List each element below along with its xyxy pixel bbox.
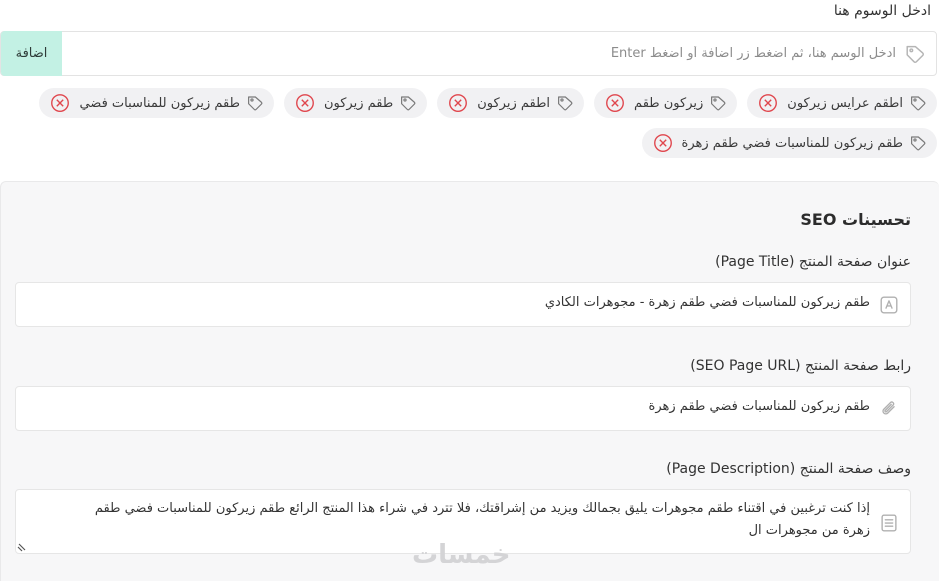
tag-list: اطقم عرايس زيركون زيركون طقم اطقم زيركون… xyxy=(0,88,937,158)
text-box-icon xyxy=(880,296,898,314)
tag-chip: اطقم زيركون xyxy=(437,88,585,118)
tag-icon xyxy=(906,45,924,63)
page-description-label: وصف صفحة المنتج (Page Description) xyxy=(666,461,911,477)
tag-icon xyxy=(401,96,416,111)
tag-input-row: اضافة xyxy=(0,31,937,76)
watermark-logo: خمسات xyxy=(412,540,511,570)
page-url-value[interactable]: طقم زيركون للمناسبات فضي طقم زهرة xyxy=(649,399,870,414)
paperclip-icon xyxy=(882,401,895,415)
tag-chip: طقم زيركون للمناسبات فضي xyxy=(39,88,274,118)
remove-tag-icon[interactable] xyxy=(447,92,469,114)
page-title-label: عنوان صفحة المنتج (Page Title) xyxy=(715,254,911,270)
tag-chip: طقم زيركون للمناسبات فضي طقم زهرة xyxy=(641,128,937,158)
tag-chip: اطقم عرايس زيركون xyxy=(747,88,937,118)
tag-chip: زيركون طقم xyxy=(594,88,738,118)
remove-tag-icon[interactable] xyxy=(757,92,779,114)
tags-label: ادخل الوسوم هنا xyxy=(833,3,931,19)
page-url-label: رابط صفحة المنتج (SEO Page URL) xyxy=(690,358,911,374)
page-description-value[interactable]: إذا كنت ترغبين في اقتناء طقم مجوهرات يلي… xyxy=(80,498,870,542)
tag-input[interactable] xyxy=(96,32,896,75)
add-tag-button[interactable]: اضافة xyxy=(1,31,62,76)
resize-handle-icon[interactable] xyxy=(17,542,27,552)
remove-tag-icon[interactable] xyxy=(294,92,316,114)
remove-tag-icon[interactable] xyxy=(49,92,71,114)
page-title-field[interactable]: طقم زيركون للمناسبات فضي طقم زهرة - مجوه… xyxy=(15,282,911,327)
tag-label: زيركون طقم xyxy=(634,95,704,111)
document-lines-icon xyxy=(881,514,897,532)
tag-chip: طقم زيركون xyxy=(283,88,428,118)
remove-tag-icon[interactable] xyxy=(652,132,674,154)
page-url-field[interactable]: طقم زيركون للمناسبات فضي طقم زهرة xyxy=(15,386,911,431)
tag-icon xyxy=(247,96,263,111)
page-title-value[interactable]: طقم زيركون للمناسبات فضي طقم زهرة - مجوه… xyxy=(545,295,870,310)
tag-label: اطقم زيركون xyxy=(477,95,551,111)
tag-label: طقم زيركون للمناسبات فضي xyxy=(79,95,240,111)
seo-section-title: تحسينات SEO xyxy=(800,210,911,229)
tag-icon xyxy=(558,96,573,111)
tag-icon xyxy=(911,136,926,151)
tag-icon xyxy=(711,96,726,111)
tag-icon xyxy=(911,96,926,111)
tag-label: طقم زيركون xyxy=(323,95,394,111)
tag-label: طقم زيركون للمناسبات فضي طقم زهرة xyxy=(681,135,903,151)
tag-label: اطقم عرايس زيركون xyxy=(787,95,903,111)
remove-tag-icon[interactable] xyxy=(604,92,626,114)
